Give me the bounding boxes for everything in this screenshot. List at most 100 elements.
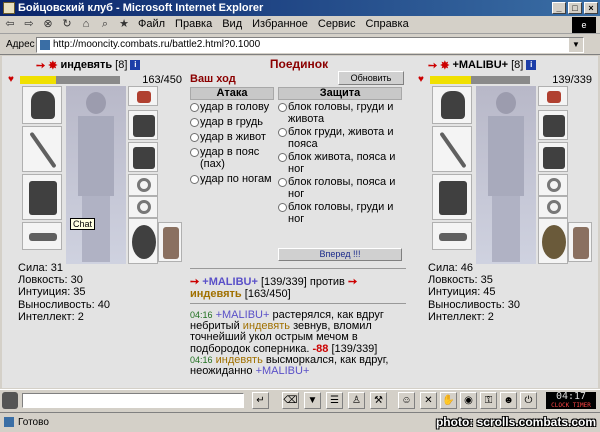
ring-icon[interactable] bbox=[137, 178, 151, 192]
defense-label[interactable]: блок головы, пояса и ног bbox=[288, 176, 406, 200]
people-icon[interactable]: ☻ bbox=[500, 392, 517, 409]
filter-icon[interactable]: ▼ bbox=[304, 392, 321, 409]
hand-icon[interactable]: ✋ bbox=[440, 392, 457, 409]
exit-icon[interactable]: ⏻ bbox=[520, 392, 537, 409]
defense-label[interactable]: блок головы, груди и ног bbox=[288, 201, 406, 225]
title-bar: Бойцовский клуб - Microsoft Internet Exp… bbox=[0, 0, 600, 16]
right-avatar[interactable] bbox=[476, 86, 536, 264]
address-input[interactable]: http://mooncity.combats.ru/battle2.html?… bbox=[36, 37, 584, 53]
go-button[interactable]: Вперед !!! bbox=[278, 248, 402, 261]
helmet-icon[interactable] bbox=[441, 91, 465, 119]
chat-tooltip[interactable]: Chat bbox=[70, 218, 96, 230]
boots-icon[interactable] bbox=[163, 227, 179, 259]
divider bbox=[190, 268, 406, 269]
chat-mode-icon[interactable]: ☰ bbox=[326, 392, 343, 409]
amulet-icon[interactable] bbox=[547, 91, 561, 103]
defense-radio[interactable] bbox=[278, 128, 287, 137]
info-icon[interactable]: i bbox=[526, 60, 537, 70]
window-title: Бойцовский клуб - Microsoft Internet Exp… bbox=[18, 2, 264, 14]
defense-label[interactable]: блок головы, груди и живота bbox=[288, 101, 406, 125]
shield-icon[interactable] bbox=[132, 225, 156, 259]
amulet-icon[interactable] bbox=[137, 91, 151, 103]
bracers-icon[interactable] bbox=[133, 115, 155, 137]
attack-label[interactable]: удар в живот bbox=[200, 131, 266, 143]
log-target[interactable]: +MALIBU+ bbox=[256, 365, 310, 377]
vs-player-1-hp: [139/339] bbox=[260, 276, 307, 288]
bracers-icon[interactable] bbox=[543, 115, 565, 137]
attack-label[interactable]: удар по ногам bbox=[200, 173, 272, 185]
attack-radio[interactable] bbox=[190, 133, 199, 142]
attack-label[interactable]: удар в голову bbox=[200, 101, 269, 113]
back-icon[interactable]: ⇦ bbox=[2, 17, 18, 32]
stop-icon[interactable]: ⊗ bbox=[40, 17, 56, 32]
attack-header: Атака bbox=[190, 87, 274, 100]
log-actor[interactable]: +MALIBU+ bbox=[216, 309, 270, 321]
menu-edit[interactable]: Правка bbox=[175, 18, 212, 30]
chat-input[interactable] bbox=[22, 393, 244, 408]
attack-radio[interactable] bbox=[190, 175, 199, 184]
sword-icon[interactable] bbox=[29, 131, 57, 169]
log-actor[interactable]: индевять bbox=[216, 354, 263, 366]
camera-icon[interactable]: ◉ bbox=[460, 392, 477, 409]
minimize-button[interactable]: _ bbox=[552, 2, 566, 14]
attack-label[interactable]: удар в пояс (пах) bbox=[200, 146, 276, 170]
maximize-button[interactable]: □ bbox=[568, 2, 582, 14]
defense-radio[interactable] bbox=[278, 103, 287, 112]
clear-icon[interactable]: ✕ bbox=[420, 392, 437, 409]
left-fighter-name[interactable]: индевять bbox=[60, 59, 112, 71]
log-target[interactable]: индевять bbox=[243, 320, 290, 332]
smiley-icon[interactable]: ☺ bbox=[398, 392, 415, 409]
info-icon[interactable]: i bbox=[130, 60, 141, 70]
defense-label[interactable]: блок груди, живота и пояса bbox=[288, 126, 406, 150]
defense-radio[interactable] bbox=[278, 153, 287, 162]
forward-icon[interactable]: ⇨ bbox=[21, 17, 37, 32]
search-icon[interactable]: ⌕ bbox=[97, 17, 113, 32]
ring-icon[interactable] bbox=[547, 178, 561, 192]
refresh-icon[interactable]: ↻ bbox=[59, 17, 75, 32]
armor-icon[interactable] bbox=[29, 181, 57, 215]
ring-icon[interactable] bbox=[547, 200, 561, 214]
address-label: Адрес bbox=[6, 39, 35, 50]
right-hp-text: 139/339 bbox=[552, 74, 592, 86]
vs-player-1[interactable]: +MALIBU+ bbox=[202, 276, 258, 288]
vs-player-2[interactable]: индевять bbox=[190, 288, 242, 300]
attack-radio[interactable] bbox=[190, 148, 199, 157]
left-hp-bar bbox=[20, 76, 120, 84]
favorites-icon[interactable]: ★ bbox=[116, 17, 132, 32]
boots-icon[interactable] bbox=[573, 227, 589, 259]
close-button[interactable]: × bbox=[584, 2, 598, 14]
belt-icon[interactable] bbox=[29, 233, 57, 241]
log-entry: 04:16 +MALIBU+ растерялся, как вдруг неб… bbox=[190, 309, 406, 355]
menu-file[interactable]: Файл bbox=[138, 18, 165, 30]
gloves-icon[interactable] bbox=[543, 147, 565, 169]
menu-view[interactable]: Вид bbox=[222, 18, 242, 30]
helmet-icon[interactable] bbox=[31, 91, 55, 119]
lock-icon[interactable]: ⚿ bbox=[480, 392, 497, 409]
shield-icon[interactable] bbox=[542, 225, 566, 259]
sword-icon[interactable] bbox=[439, 131, 467, 169]
left-avatar[interactable] bbox=[66, 86, 126, 264]
chat-avatar-icon[interactable] bbox=[2, 392, 18, 409]
defense-label[interactable]: блок живота, пояса и ног bbox=[288, 151, 406, 175]
attack-label[interactable]: удар в грудь bbox=[200, 116, 263, 128]
menu-tools[interactable]: Сервис bbox=[318, 18, 356, 30]
menu-help[interactable]: Справка bbox=[366, 18, 409, 30]
settings-icon[interactable]: ⚒ bbox=[370, 392, 387, 409]
person-icon[interactable]: ♙ bbox=[348, 392, 365, 409]
armor-icon[interactable] bbox=[439, 181, 467, 215]
attack-radio[interactable] bbox=[190, 103, 199, 112]
gloves-icon[interactable] bbox=[133, 147, 155, 169]
defense-radio[interactable] bbox=[278, 178, 287, 187]
eraser-icon[interactable]: ⌫ bbox=[282, 392, 299, 409]
right-fighter-name[interactable]: +MALIBU+ bbox=[452, 59, 508, 71]
menu-favorites[interactable]: Избранное bbox=[252, 18, 308, 30]
address-dropdown-icon[interactable]: ▼ bbox=[569, 38, 583, 52]
home-icon[interactable]: ⌂ bbox=[78, 17, 94, 32]
ring-icon[interactable] bbox=[137, 200, 151, 214]
attack-radio[interactable] bbox=[190, 118, 199, 127]
stat-line: Ловкость: 35 bbox=[428, 274, 493, 287]
belt-icon[interactable] bbox=[439, 233, 467, 241]
send-icon[interactable]: ↵ bbox=[252, 392, 269, 409]
defense-radio[interactable] bbox=[278, 203, 287, 212]
refresh-button[interactable]: Обновить bbox=[338, 71, 404, 85]
